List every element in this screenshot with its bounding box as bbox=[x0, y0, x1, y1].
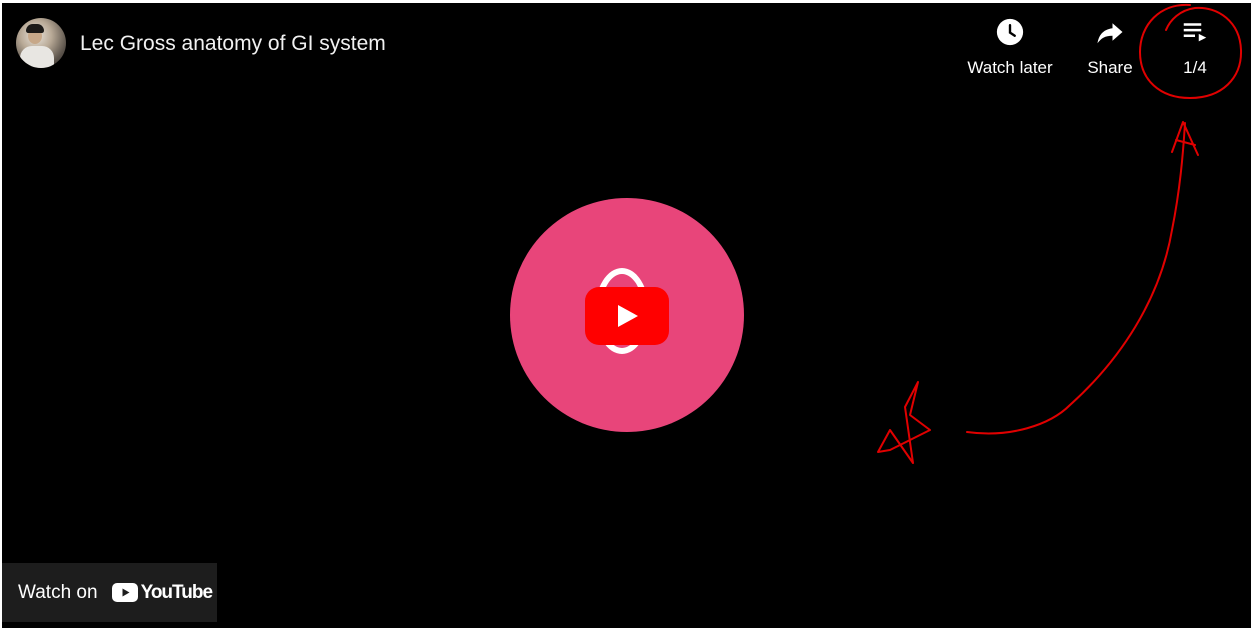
large-play-button[interactable] bbox=[585, 287, 669, 345]
share-label: Share bbox=[1087, 58, 1133, 77]
share-arrow-icon bbox=[1097, 23, 1123, 44]
share-button[interactable]: Share bbox=[1082, 17, 1138, 87]
watch-later-button[interactable]: Watch later bbox=[962, 17, 1058, 87]
watch-on-label: Watch on bbox=[18, 581, 98, 603]
video-player[interactable]: Lec Gross anatomy of GI system Watch lat… bbox=[2, 3, 1251, 628]
playlist-icon bbox=[1183, 23, 1207, 42]
youtube-logo: YouTube bbox=[111, 581, 213, 604]
watch-on-youtube-button[interactable]: Watch on YouTube bbox=[2, 563, 217, 622]
watch-later-label: Watch later bbox=[967, 58, 1053, 77]
playlist-button[interactable]: 1/4 bbox=[1172, 17, 1218, 87]
video-title[interactable]: Lec Gross anatomy of GI system bbox=[80, 31, 386, 57]
clock-icon bbox=[996, 18, 1024, 46]
youtube-wordmark: YouTube bbox=[140, 581, 213, 603]
avatar-figure-hair bbox=[26, 24, 44, 33]
playlist-position-label: 1/4 bbox=[1183, 58, 1207, 77]
channel-avatar[interactable] bbox=[16, 18, 66, 68]
youtube-play-icon bbox=[111, 583, 138, 602]
avatar-figure-body bbox=[20, 46, 54, 68]
